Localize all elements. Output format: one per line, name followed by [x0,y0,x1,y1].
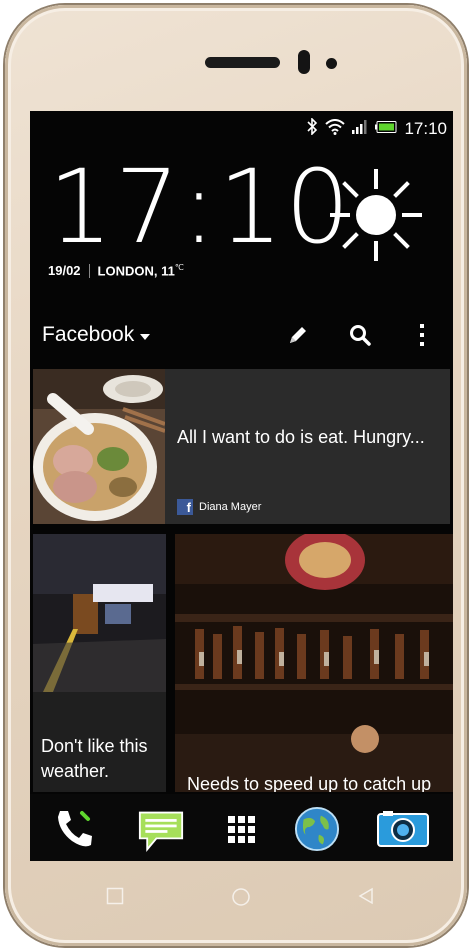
date-label: 19/02 [48,263,81,279]
app-dock [30,794,453,861]
signal-icon [352,119,368,139]
post-photo-street [33,534,166,692]
app-drawer-icon[interactable] [218,806,264,852]
feed-post-card[interactable]: Don't like this weather. [33,534,166,792]
status-time: 17:10 [404,119,447,138]
feed-post-card[interactable]: All I want to do is eat. Hungry... f Dia… [33,369,450,524]
camera-icon[interactable] [376,806,430,852]
post-author: f Diana Mayer [177,499,261,515]
clock-time[interactable]: 17:10 [48,157,352,259]
wifi-icon [325,118,346,140]
messages-icon[interactable] [138,808,184,854]
post-photo-ramen [33,369,165,524]
battery-icon [375,120,397,138]
author-name: Diana Mayer [199,501,262,513]
earpiece-speaker [205,57,280,68]
feed-title: Facebook [42,323,135,346]
home-screen: 17:10 17:10 19/02 LONDON, 11℃ Facebook A… [30,111,453,861]
status-bar: 17:10 [30,111,453,143]
home-button[interactable] [231,887,251,912]
chevron-down-icon [140,334,151,340]
front-camera [326,58,337,69]
feed-post-card[interactable]: Needs to speed up to catch up [175,534,453,792]
facebook-icon: f [177,499,193,515]
sun-icon[interactable] [328,167,424,268]
feed-source-dropdown[interactable]: Facebook [42,323,151,347]
bluetooth-icon [307,117,318,140]
back-button[interactable] [358,887,374,910]
feed-toolbar: Facebook [30,311,453,359]
location-label: LONDON, 11℃ [97,263,184,279]
overflow-menu-icon[interactable] [406,319,438,351]
post-photo-bar [175,534,453,792]
post-text: Needs to speed up to catch up [187,774,432,792]
post-text: All I want to do is eat. Hungry... [177,427,425,447]
browser-globe-icon[interactable] [294,806,340,852]
edit-icon[interactable] [282,319,314,351]
recent-apps-button[interactable] [106,887,124,910]
post-text: Don't like this weather. [41,736,148,781]
divider [88,263,90,278]
clock-date-location: 19/02 LONDON, 11℃ [48,263,184,278]
proximity-sensor [298,50,310,74]
phone-icon[interactable] [50,806,96,852]
search-icon[interactable] [344,319,376,351]
